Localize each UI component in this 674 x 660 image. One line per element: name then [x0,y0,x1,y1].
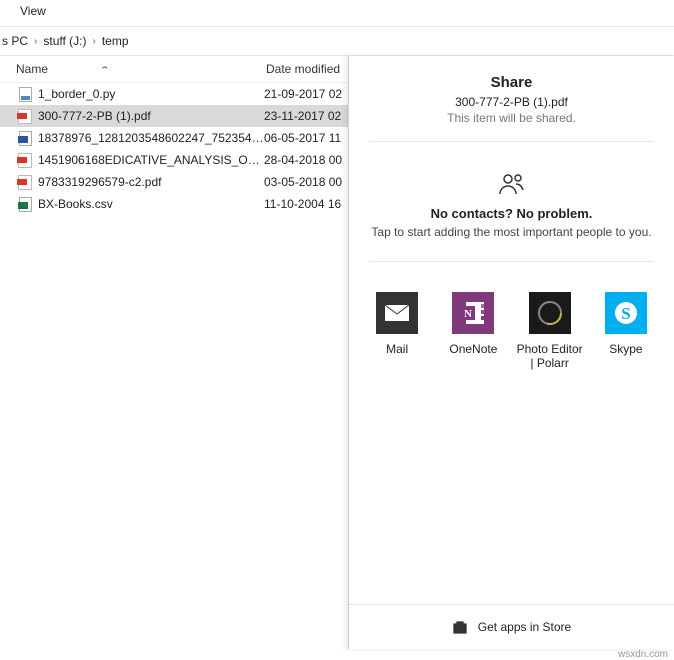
polarr-icon [529,292,571,334]
share-app-mail[interactable]: Mail [361,292,433,371]
menu-view[interactable]: View [20,4,46,18]
file-name: 9783319296579-c2.pdf [38,175,264,189]
file-date: 21-09-2017 02 [264,87,342,101]
breadcrumb[interactable]: s PC › stuff (J:) › temp [0,27,674,56]
breadcrumb-item[interactable]: stuff (J:) [43,34,86,48]
share-contacts[interactable]: No contacts? No problem. Tap to start ad… [349,142,674,261]
file-name: BX-Books.csv [38,197,264,211]
file-name: 18378976_1281203548602247_75235487_o... [38,131,264,145]
sort-asc-icon: ⌃ [99,65,111,76]
column-name[interactable]: Name ⌃ [0,62,266,76]
share-subtitle: This item will be shared. [359,111,664,125]
skype-icon: S [605,292,647,334]
app-label: Mail [361,342,433,356]
file-name: 1451906168EDICATIVE_ANALYSIS_OF_DIA... [38,153,264,167]
share-app-onenote[interactable]: N OneNote [437,292,509,371]
file-date: 23-11-2017 02 [264,109,341,123]
share-app-skype[interactable]: S Skype [590,292,662,371]
file-type-icon [16,108,34,124]
chevron-right-icon: › [34,36,37,47]
file-name: 1_border_0.py [38,87,264,101]
svg-text:N: N [464,308,472,320]
onenote-icon: N [452,292,494,334]
menubar: View [0,0,674,27]
share-header: Share 300-777-2-PB (1).pdf This item wil… [349,56,674,141]
file-type-icon [16,196,34,212]
store-icon [452,619,468,635]
file-type-icon [16,174,34,190]
app-label: OneNote [437,342,509,356]
breadcrumb-item[interactable]: temp [102,34,129,48]
watermark: wsxdn.com [618,649,668,660]
chevron-right-icon: › [92,36,95,47]
column-name-label: Name [16,62,48,76]
svg-text:S: S [621,304,630,323]
contacts-heading: No contacts? No problem. [359,206,664,221]
file-date: 28-04-2018 00 [264,153,342,167]
app-label: Photo Editor | Polarr [514,342,586,371]
contacts-sub: Tap to start adding the most important p… [359,225,664,239]
app-label: Skype [590,342,662,356]
file-date: 06-05-2017 11 [264,131,341,145]
mail-icon [376,292,418,334]
file-type-icon [16,130,34,146]
breadcrumb-item[interactable]: s PC [2,34,28,48]
share-pane: Share 300-777-2-PB (1).pdf This item wil… [348,56,674,649]
get-apps-store[interactable]: Get apps in Store [349,604,674,649]
share-apps: Mail N OneNote Photo Editor | Polarr S Skype [349,262,674,381]
share-title: Share [359,74,664,91]
people-icon [359,172,664,196]
share-app-polarr[interactable]: Photo Editor | Polarr [514,292,586,371]
share-filename: 300-777-2-PB (1).pdf [359,95,664,109]
file-name: 300-777-2-PB (1).pdf [38,109,264,123]
file-date: 11-10-2004 16 [264,197,341,211]
file-type-icon [16,152,34,168]
file-date: 03-05-2018 00 [264,175,342,189]
store-label: Get apps in Store [478,620,571,634]
file-type-icon [16,86,34,102]
